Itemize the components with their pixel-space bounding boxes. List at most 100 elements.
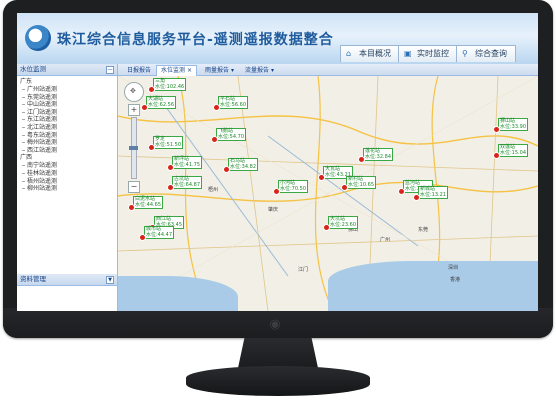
monitor-foot [186,366,370,396]
station-label[interactable]: 莲花站 水位:32.84 [363,148,393,161]
data-management-header[interactable]: 资料管理 ▼ [17,274,117,286]
station-pin-icon[interactable] [149,145,154,150]
station-label[interactable]: 飞鹅站 水位:54.70 [216,128,246,141]
station-pin-icon[interactable] [359,157,364,162]
station-value: 水位:13.21 [420,191,446,198]
station-value: 水位:41.75 [174,161,200,168]
chevron-down-icon: ▾ [270,67,274,74]
station-label[interactable]: 狮山站 水位:33.90 [498,118,528,131]
station-label[interactable]: 大坑站 水位:23.60 [328,216,358,229]
station-value: 水位:102.46 [155,83,185,90]
station-label[interactable]: 大湖站 水位:62.56 [146,96,176,109]
overview-button-label: 本目概况 [359,49,391,58]
station-label[interactable]: 新坪站 水位:41.75 [172,156,202,169]
collapse-icon[interactable]: — [106,66,114,74]
app-title: 珠江综合信息服务平台-遥测遥报数据整合 [57,32,334,48]
left-panel-header[interactable]: 水位监测 — [17,64,117,76]
left-panel-title: 水位监测 [20,65,46,73]
station-label[interactable]: 小河站 水位:70.50 [278,180,308,193]
pan-control[interactable]: ✥ [124,82,144,102]
left-panel: 水位监测 — 广东 广州站遥测 东莞站遥测 中山站遥测 江门站遥测 东江站遥测 … [17,64,118,311]
station-label[interactable]: 新城站 水位:13.21 [418,186,448,199]
sea-area [328,261,538,311]
tree-item[interactable]: 南宁站遥测 [17,162,117,170]
station-label[interactable]: 罗定 水位:51.50 [153,136,183,149]
tree-item[interactable]: 柳州站遥测 [17,185,117,193]
station-pin-icon[interactable] [168,165,173,170]
search-icon: ⚲ [462,49,468,58]
data-management-title: 资料管理 [20,275,46,283]
zoom-out-button[interactable]: − [128,181,140,193]
zoom-in-button[interactable]: + [128,104,140,116]
tab-label: 日报报告 [127,67,152,74]
monitor-icon: ▣ [404,49,412,58]
tree-item[interactable]: 梧州站遥测 [17,178,117,186]
station-label[interactable]: 双莲站 水位:15.04 [498,144,528,157]
pan-arrows-icon: ✥ [130,87,136,95]
station-pin-icon[interactable] [142,105,147,110]
tree-group-guangdong[interactable]: 广东 [17,78,117,86]
station-value: 水位:32.84 [365,153,391,160]
station-value: 水位:34.82 [230,163,256,170]
station-label[interactable]: 平石站 水位:56.60 [218,96,248,109]
station-value: 水位:51.50 [155,141,181,148]
zoom-control: ✥ + − [124,82,144,193]
station-label[interactable]: 城市站 水位:44.47 [144,226,174,239]
station-label[interactable]: 石马站 水位:34.82 [228,158,258,171]
station-label[interactable]: 新村站 水位:10.65 [346,176,376,189]
station-pin-icon[interactable] [414,195,419,200]
monitor-stand [238,338,318,368]
city-label: 香港 [450,277,461,283]
station-pin-icon[interactable] [319,175,324,180]
tree-item[interactable]: 东江站遥测 [17,116,117,124]
city-label: 广州 [380,237,391,243]
station-pin-icon[interactable] [212,137,217,142]
station-pin-icon[interactable] [494,127,499,132]
overview-button[interactable]: ⌂ 本目概况 [340,45,400,62]
tree-item[interactable]: 广州站遥测 [17,86,117,94]
close-icon[interactable]: × [187,67,192,74]
tree-item[interactable]: 北江站遥测 [17,124,117,132]
station-pin-icon[interactable] [129,205,134,210]
station-value: 水位:15.04 [500,149,526,156]
station-label[interactable]: 古坑站 水位:64.87 [172,176,202,189]
city-label: 肇庆 [268,207,279,213]
station-value: 水位:44.65 [135,201,161,208]
tab-label: 流量报告 [245,67,270,74]
tree-item[interactable]: 中山站遥测 [17,101,117,109]
station-pin-icon[interactable] [214,105,219,110]
tree-item[interactable]: 梅州站遥测 [17,139,117,147]
realtime-monitor-button[interactable]: ▣ 实时监控 [398,45,458,62]
zoom-slider-knob[interactable] [129,146,138,150]
tree-item[interactable]: 桂林站遥测 [17,170,117,178]
map-view[interactable]: ✥ + − 广州 东莞 深圳 香港 佛山 江门 肇庆 梧州 三角 水位:102.46 大湖站 水位:… [118,76,538,311]
zoom-slider[interactable] [129,117,138,179]
station-value: 水位:56.60 [220,101,246,108]
tree-item[interactable]: 西江站遥测 [17,147,117,155]
expand-icon[interactable]: ▼ [106,276,114,284]
station-pin-icon[interactable] [324,225,329,230]
station-value: 水位:44.47 [146,231,172,238]
station-pin-icon[interactable] [149,87,154,92]
station-label[interactable]: 白泥水站 水位:44.65 [133,196,163,209]
apple-logo-icon: ◉ [269,317,281,332]
station-pin-icon[interactable] [342,185,347,190]
data-management-panel: 资料管理 ▼ [17,274,117,286]
station-value: 水位:64.87 [174,181,200,188]
station-label[interactable]: 三角 水位:102.46 [153,78,187,91]
station-pin-icon[interactable] [168,185,173,190]
station-pin-icon[interactable] [399,189,404,194]
screen: 珠江综合信息服务平台-遥测遥报数据整合 ⌂ 本目概况 ▣ 实时监控 ⚲ 综合查询… [17,13,538,311]
city-label: 东莞 [418,227,429,233]
home-icon: ⌂ [346,49,352,58]
station-pin-icon[interactable] [224,167,229,172]
tab-bar: 日报报告 水位监测 × 雨量报告 ▾ 流量报告 ▾ [118,64,538,77]
tab-label: 雨量报告 [205,67,230,74]
station-pin-icon[interactable] [494,153,499,158]
station-tree: 广东 广州站遥测 东莞站遥测 中山站遥测 江门站遥测 东江站遥测 北江站遥测 粤… [17,76,117,193]
station-pin-icon[interactable] [140,235,145,240]
query-button[interactable]: ⚲ 综合查询 [456,45,516,62]
station-pin-icon[interactable] [274,189,279,194]
chevron-down-icon: ▾ [230,67,234,74]
app-header: 珠江综合信息服务平台-遥测遥报数据整合 ⌂ 本目概况 ▣ 实时监控 ⚲ 综合查询 [17,13,538,64]
